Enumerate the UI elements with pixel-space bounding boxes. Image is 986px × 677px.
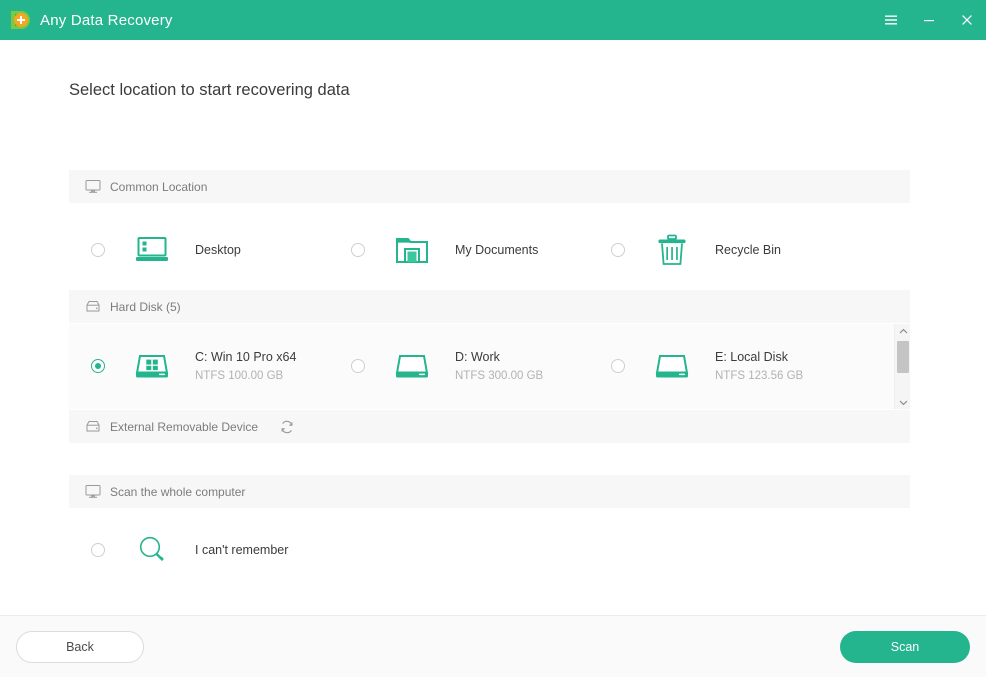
disk-windows-icon bbox=[132, 346, 172, 386]
radio-disk-e[interactable] bbox=[611, 359, 625, 373]
item-text: E: Local Disk NTFS 123.56 GB bbox=[715, 348, 803, 384]
app-title: Any Data Recovery bbox=[40, 12, 173, 29]
location-item-my-documents[interactable]: My Documents bbox=[329, 230, 589, 270]
section-header-common-location: Common Location bbox=[69, 170, 910, 203]
section-header-scan-whole-computer: Scan the whole computer bbox=[69, 475, 910, 508]
radio-disk-d[interactable] bbox=[351, 359, 365, 373]
scrollbar-thumb[interactable] bbox=[897, 341, 909, 373]
radio-my-documents[interactable] bbox=[351, 243, 365, 257]
magnifier-icon bbox=[132, 530, 172, 570]
hard-disk-scrollbar[interactable] bbox=[894, 324, 910, 409]
whole-computer-items: I can't remember bbox=[69, 530, 910, 570]
disk-item-e[interactable]: E: Local Disk NTFS 123.56 GB bbox=[589, 346, 849, 386]
disk-icon bbox=[392, 346, 432, 386]
section-label: Common Location bbox=[110, 180, 207, 194]
common-location-items: Desktop My Documents bbox=[69, 230, 910, 270]
close-icon[interactable] bbox=[948, 0, 986, 40]
title-bar: Any Data Recovery bbox=[0, 0, 986, 40]
section-header-external-removable-device: External Removable Device bbox=[69, 410, 910, 443]
item-text: C: Win 10 Pro x64 NTFS 100.00 GB bbox=[195, 348, 296, 384]
section-header-hard-disk: Hard Disk (5) bbox=[69, 290, 910, 323]
item-text: Recycle Bin bbox=[715, 241, 781, 259]
scroll-down-arrow-icon[interactable] bbox=[895, 395, 911, 409]
item-subtext: NTFS 300.00 GB bbox=[455, 370, 543, 382]
hard-disk-list: C: Win 10 Pro x64 NTFS 100.00 GB bbox=[69, 324, 910, 409]
location-item-recycle-bin[interactable]: Recycle Bin bbox=[589, 230, 849, 270]
item-text: Desktop bbox=[195, 241, 241, 259]
item-label: D: Work bbox=[455, 350, 500, 364]
page-title: Select location to start recovering data bbox=[69, 81, 948, 100]
app-logo-icon bbox=[8, 8, 32, 32]
application-window: Any Data Recovery Selec bbox=[0, 0, 986, 677]
radio-recycle-bin[interactable] bbox=[611, 243, 625, 257]
location-item-i-cant-remember[interactable]: I can't remember bbox=[69, 530, 329, 570]
item-label: I can't remember bbox=[195, 543, 288, 557]
main-content: Select location to start recovering data… bbox=[0, 40, 986, 615]
section-label: External Removable Device bbox=[110, 420, 258, 434]
monitor-icon bbox=[85, 179, 101, 194]
hard-disk-icon bbox=[85, 419, 101, 434]
radio-i-cant-remember[interactable] bbox=[91, 543, 105, 557]
folder-documents-icon bbox=[392, 230, 432, 270]
item-label: Desktop bbox=[195, 243, 241, 257]
item-label: C: Win 10 Pro x64 bbox=[195, 350, 296, 364]
location-item-desktop[interactable]: Desktop bbox=[69, 230, 329, 270]
hard-disk-items: C: Win 10 Pro x64 NTFS 100.00 GB bbox=[69, 346, 894, 386]
radio-desktop[interactable] bbox=[91, 243, 105, 257]
window-controls bbox=[872, 0, 986, 40]
item-subtext: NTFS 100.00 GB bbox=[195, 370, 283, 382]
disk-icon bbox=[652, 346, 692, 386]
item-label: My Documents bbox=[455, 243, 538, 257]
hamburger-menu-icon[interactable] bbox=[872, 0, 910, 40]
item-subtext: NTFS 123.56 GB bbox=[715, 370, 803, 382]
item-text: D: Work NTFS 300.00 GB bbox=[455, 348, 543, 384]
scroll-up-arrow-icon[interactable] bbox=[895, 324, 911, 338]
section-label: Hard Disk (5) bbox=[110, 300, 181, 314]
desktop-monitor-icon bbox=[132, 230, 172, 270]
monitor-icon bbox=[85, 484, 101, 499]
item-text: I can't remember bbox=[195, 541, 288, 559]
minimize-icon[interactable] bbox=[910, 0, 948, 40]
item-label: Recycle Bin bbox=[715, 243, 781, 257]
recycle-bin-icon bbox=[652, 230, 692, 270]
footer-bar: Back Scan bbox=[0, 615, 986, 677]
section-label: Scan the whole computer bbox=[110, 485, 245, 499]
disk-item-d[interactable]: D: Work NTFS 300.00 GB bbox=[329, 346, 589, 386]
radio-disk-c[interactable] bbox=[91, 359, 105, 373]
refresh-icon[interactable] bbox=[278, 418, 295, 435]
disk-item-c[interactable]: C: Win 10 Pro x64 NTFS 100.00 GB bbox=[69, 346, 329, 386]
item-text: My Documents bbox=[455, 241, 538, 259]
item-label: E: Local Disk bbox=[715, 350, 788, 364]
scan-button[interactable]: Scan bbox=[840, 631, 970, 663]
back-button[interactable]: Back bbox=[16, 631, 144, 663]
hard-disk-icon bbox=[85, 299, 101, 314]
